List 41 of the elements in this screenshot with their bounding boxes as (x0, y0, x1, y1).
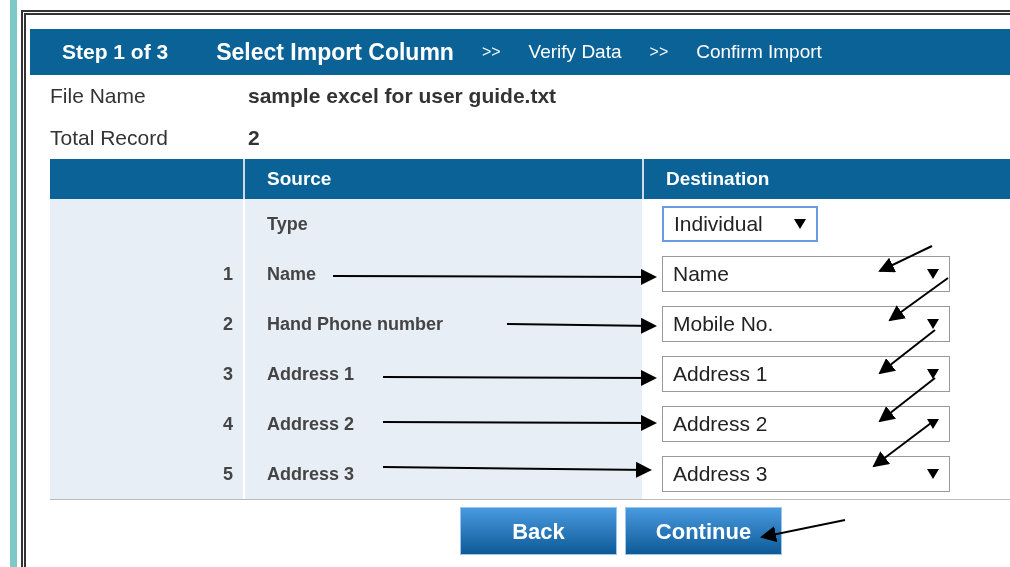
row-number: 5 (50, 449, 243, 499)
caret-icon (927, 369, 939, 379)
dropdown[interactable]: Mobile No. (662, 306, 950, 342)
caret-icon (927, 319, 939, 329)
caret-icon (794, 219, 806, 229)
row-number: 4 (50, 399, 243, 449)
field-value: sample excel for user guide.txt (248, 83, 557, 110)
field-label: Total Record (50, 125, 169, 152)
row-number: 1 (50, 249, 243, 299)
table-cell: Address 3 (243, 449, 642, 499)
annotation-arrow (878, 245, 933, 273)
caret-icon (927, 419, 939, 429)
column-header: Source (243, 159, 642, 199)
field-value: 2 (248, 125, 260, 152)
table-cell: Address 2 (243, 399, 642, 449)
row-number: 2 (50, 299, 243, 349)
dropdown[interactable]: Name (662, 256, 950, 292)
table-cell: Address 1 (243, 349, 642, 399)
field-label: File Name (50, 83, 147, 110)
annotation-arrow (888, 277, 949, 322)
action-button[interactable]: Continue (625, 507, 782, 555)
table-cell: Hand Phone number (243, 299, 642, 349)
step-separator: >> (649, 42, 669, 62)
caret-icon (927, 269, 939, 279)
row-number: 3 (50, 349, 243, 399)
table-cell: Type (243, 199, 642, 249)
dropdown[interactable]: Address 2 (662, 406, 950, 442)
annotation-arrow (878, 329, 936, 375)
step-counter: Step 1 of 3 (62, 39, 169, 66)
dropdown[interactable]: Address 1 (662, 356, 950, 392)
dropdown[interactable]: Individual (662, 206, 818, 242)
step-label: Confirm Import (696, 39, 822, 64)
step-label: Select Import Column (216, 37, 454, 67)
action-button[interactable]: Back (460, 507, 617, 555)
column-header: Destination (642, 159, 1010, 199)
step-separator: >> (481, 42, 501, 62)
annotation-arrow (878, 377, 936, 423)
caret-icon (927, 469, 939, 479)
table-cell: Name (243, 249, 642, 299)
dropdown[interactable]: Address 3 (662, 456, 950, 492)
step-label: Verify Data (528, 39, 622, 64)
